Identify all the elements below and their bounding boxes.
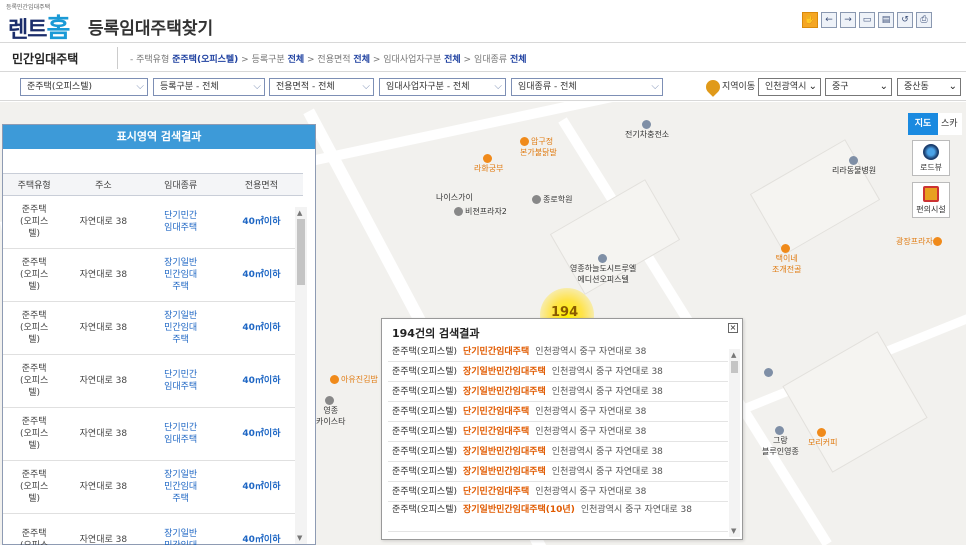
divider — [117, 47, 118, 69]
rent-type-select[interactable]: 임대종류 - 전체 ⌵ — [511, 78, 663, 96]
scroll-thumb[interactable] — [297, 219, 305, 285]
forward-icon[interactable]: → — [840, 12, 856, 28]
site-title: 등록임대주택찾기 — [88, 19, 214, 39]
list-item[interactable]: 준주택(오피스텔) 장기일반민간임대주택 인천광역시 중구 자연대로 38 — [388, 442, 728, 462]
table-row[interactable]: 준주택 (오피스 텔) 자연대로 38 단기민간 임대주택 40㎡이하 — [3, 407, 303, 461]
region-move-label: 지역이동 — [703, 77, 755, 97]
print-icon[interactable]: ⎙ — [916, 12, 932, 28]
reg-type-select[interactable]: 등록구분 - 전체 ⌵ — [153, 78, 265, 96]
scroll-thumb[interactable] — [731, 361, 738, 373]
sigungu-select[interactable]: 중구 ⌄ — [825, 78, 892, 96]
popup-title: 194건의 검색결과 — [392, 327, 480, 340]
poi-apgujeong[interactable]: 압구정 본가불닭발 — [520, 136, 557, 158]
popup-scrollbar[interactable]: ▲ ▼ — [729, 349, 740, 537]
sky-view-button[interactable]: 스카 — [938, 113, 962, 135]
col-addr: 주소 — [65, 173, 142, 196]
col-kind: 임대종류 — [141, 173, 220, 196]
poi-ev-charger[interactable]: 전기차충전소 — [625, 120, 669, 140]
table-row[interactable]: 준주택 (오피스자연대로 38장기일반 민간임대40㎡이하 — [3, 513, 303, 545]
poi-plaza[interactable]: 광장프라자 — [896, 236, 944, 247]
poi-ayu[interactable]: 아유진김밥 — [330, 374, 378, 385]
panel-scrollbar[interactable]: ▲ ▼ — [295, 207, 307, 544]
poi-mori[interactable]: 모리커피 — [808, 428, 837, 448]
list-item[interactable]: 준주택(오피스텔) 장기일반민간임대주택 인천광역시 중구 자연대로 38 — [388, 362, 728, 382]
facilities-button[interactable]: 편의시설 — [912, 182, 950, 218]
scroll-up-icon[interactable]: ▲ — [731, 351, 736, 359]
table-row[interactable]: 준주택 (오피스 텔) 자연대로 38 장기일반 민간임대 주택 40㎡이하 — [3, 460, 303, 514]
table-row[interactable]: 준주택 (오피스 텔) 자연대로 38 단기민간 임대주택 40㎡이하 — [3, 195, 303, 249]
filter-bar: 준주택(오피스텔) ⌵ 등록구분 - 전체 ⌵ 전용면적 - 전체 ⌵ 임대사업자구분… — [0, 73, 966, 101]
map-view-button[interactable]: 지도 — [908, 113, 938, 135]
roadview-icon — [923, 144, 939, 160]
map-type-switch: 지도 스카 — [908, 113, 962, 135]
distance-icon[interactable]: ▭ — [859, 12, 875, 28]
page-title: 민간임대주택 — [12, 52, 79, 66]
dong-select[interactable]: 중산동 ⌄ — [897, 78, 961, 96]
table-row[interactable]: 준주택 (오피스 텔) 자연대로 38 장기일반 민간임대 주택 40㎡이하 — [3, 248, 303, 302]
list-item[interactable]: 준주택(오피스텔) 장기일반민간임대주택(10년) 인천광역시 중구 자연대로 38 — [388, 502, 728, 532]
table-row[interactable]: 준주택 (오피스 텔) 자연대로 38 장기일반 민간임대 주택 40㎡이하 — [3, 301, 303, 355]
area-icon[interactable]: ▤ — [878, 12, 894, 28]
scroll-down-icon[interactable]: ▼ — [731, 527, 736, 535]
panel-title: 표시영역 검색결과 — [3, 125, 315, 149]
results-panel: 표시영역 검색결과 주택유형 주소 임대종류 전용면적 준주택 (오피스 텔) 자… — [2, 124, 316, 545]
scroll-up-icon[interactable]: ▲ — [297, 209, 302, 217]
list-item[interactable]: 준주택(오피스텔) 단기민간임대주택 인천광역시 중구 자연대로 38 — [388, 342, 728, 362]
poi-yeongjong[interactable]: 영종 카이스타 — [316, 396, 345, 427]
poi-lila-hospital[interactable]: 리라동물병원 — [832, 156, 876, 176]
header: 등록민간임대주택 렌트홈 등록임대주택찾기 ✋ ← → ▭ ▤ ↺ ⎙ — [0, 0, 966, 45]
scroll-down-icon[interactable]: ▼ — [297, 534, 302, 542]
hand-icon[interactable]: ✋ — [802, 12, 818, 28]
table-row[interactable]: 준주택 (오피스 텔) 자연대로 38 단기민간 임대주택 40㎡이하 — [3, 354, 303, 408]
poi-bijeon[interactable]: 비젼프라자2 — [454, 206, 507, 217]
search-result-popup: 194건의 검색결과 × 준주택(오피스텔) 단기민간임대주택 인천광역시 중구 자… — [381, 318, 743, 540]
breadcrumb: - 주택유형 준주택(오피스텔) > 등록구분 전체 > 전용면적 전체 > 임… — [130, 55, 527, 65]
reset-icon[interactable]: ↺ — [897, 12, 913, 28]
map-toolbar: ✋ ← → ▭ ▤ ↺ ⎙ — [802, 12, 932, 28]
list-item[interactable]: 준주택(오피스텔) 장기일반민간임대주택 인천광역시 중구 자연대로 38 — [388, 462, 728, 482]
list-item[interactable]: 준주택(오피스텔) 장기일반민간임대주택 인천광역시 중구 자연대로 38 — [388, 382, 728, 402]
sido-select[interactable]: 인천광역시 ⌄ — [758, 78, 821, 96]
breadcrumb-bar: 민간임대주택 - 주택유형 준주택(오피스텔) > 등록구분 전체 > 전용면적… — [0, 42, 966, 72]
poi-gram[interactable]: 그랑 블루인영종 — [762, 426, 799, 457]
col-area: 전용면적 — [219, 173, 303, 196]
list-item[interactable]: 준주택(오피스텔) 단기민간임대주택 인천광역시 중구 자연대로 38 — [388, 402, 728, 422]
popup-list: 준주택(오피스텔) 단기민간임대주택 인천광역시 중구 자연대로 38 준주택(오피… — [388, 342, 728, 532]
list-item[interactable]: 준주택(오피스텔) 단기민간임대주택 인천광역시 중구 자연대로 38 — [388, 482, 728, 502]
list-item[interactable]: 준주택(오피스텔) 단기민간임대주택 인천광역시 중구 자연대로 38 — [388, 422, 728, 442]
table-header: 주택유형 주소 임대종류 전용면적 — [3, 173, 303, 196]
poi-jongno[interactable]: 종로학원 — [532, 194, 572, 205]
poi-taeine[interactable]: 택이네 조개전골 — [772, 244, 801, 275]
close-icon[interactable]: × — [728, 323, 738, 333]
results-table: 주택유형 주소 임대종류 전용면적 준주택 (오피스 텔) 자연대로 38 단기민간… — [3, 173, 303, 545]
poi-nicegai[interactable]: 나이스가이 — [436, 192, 473, 203]
poi-rahwa[interactable]: 라화궁부 — [474, 154, 503, 174]
shop-icon — [923, 186, 939, 202]
back-icon[interactable]: ← — [821, 12, 837, 28]
logo[interactable]: 렌트홈 — [8, 8, 70, 45]
poi-haneul[interactable]: 영종하늘도시트루엘 에디션오피스텔 — [570, 254, 636, 285]
area-select[interactable]: 전용면적 - 전체 ⌵ — [269, 78, 374, 96]
col-type: 주택유형 — [3, 173, 66, 196]
pin-icon — [703, 77, 723, 97]
roadview-button[interactable]: 로드뷰 — [912, 140, 950, 176]
poi-parking[interactable] — [764, 368, 775, 377]
biz-type-select[interactable]: 임대사업자구분 - 전체 ⌵ — [379, 78, 506, 96]
map-block — [782, 331, 928, 473]
house-type-select[interactable]: 준주택(오피스텔) ⌵ — [20, 78, 148, 96]
